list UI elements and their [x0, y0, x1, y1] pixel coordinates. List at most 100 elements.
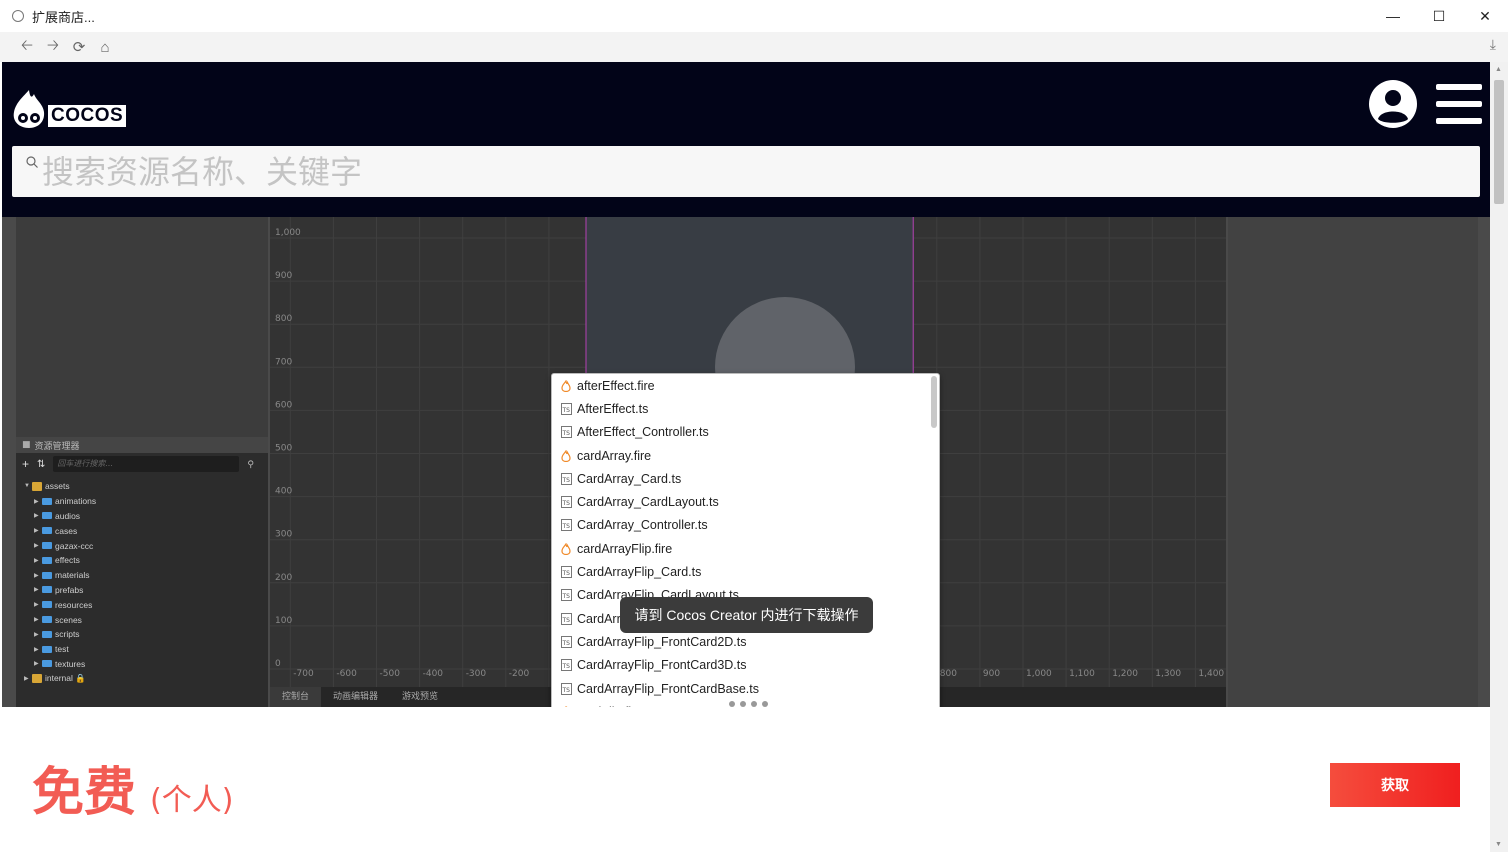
search-input[interactable]	[42, 146, 1462, 197]
sort-icon: ⇅	[37, 458, 46, 470]
typescript-file-icon: TS	[560, 519, 572, 532]
chevron-right-icon: ▶	[24, 676, 29, 683]
svg-text:TS: TS	[561, 593, 570, 600]
download-icon[interactable]: ⤓	[1490, 36, 1496, 53]
chevron-right-icon: ▶	[34, 587, 39, 594]
file-list-item: TS CardArray_CardLayout.ts	[552, 490, 939, 513]
scroll-up-icon[interactable]: ▲	[1495, 66, 1502, 73]
page-scrollbar[interactable]: ▲ ▼	[1490, 62, 1508, 852]
hamburger-menu-icon[interactable]	[1436, 84, 1482, 124]
folder-icon	[42, 630, 52, 638]
x-tick-label: -700	[293, 669, 314, 679]
cocos-logo[interactable]: COCOS	[12, 86, 127, 130]
file-name: CardArray_Controller.ts	[577, 518, 708, 533]
file-name: CardArrayFlip_FrontCard3D.ts	[577, 658, 747, 673]
folder-icon	[42, 616, 52, 624]
add-icon: +	[22, 457, 30, 471]
asset-tree-item: ▶ cases	[16, 523, 268, 538]
asset-tree-label: animations	[55, 496, 97, 507]
svg-text:TS: TS	[561, 523, 570, 530]
preview-inspector-panel	[1228, 217, 1478, 707]
search-icon	[26, 156, 38, 168]
file-name: CardArray_CardLayout.ts	[577, 495, 719, 510]
chevron-right-icon: ▶	[34, 631, 39, 638]
price-label: 免费	[32, 763, 137, 823]
get-button[interactable]: 获取	[1330, 763, 1460, 807]
file-list-scrollbar	[931, 376, 937, 428]
asset-tree-label: assets	[45, 481, 70, 492]
folder-icon	[42, 512, 52, 520]
preview-screenshot[interactable]: ■ 资源管理器 + ⇅ 回车进行搜索... ⚲ ▼ assets ▶ animatio…	[2, 217, 1490, 707]
asset-tree-label: audios	[55, 510, 81, 521]
carousel-dot[interactable]	[751, 701, 757, 707]
file-name: CardArrayFlip_Card.ts	[577, 565, 702, 580]
asset-tree-item: ▶ test	[16, 642, 268, 657]
asset-tree-item: ▶ resources	[16, 597, 268, 612]
x-tick-label: 1,300	[1155, 669, 1181, 679]
asset-tree-item: ▼ assets	[16, 479, 268, 494]
chevron-right-icon: ▶	[34, 646, 39, 653]
app-icon	[12, 10, 24, 22]
window-titlebar: 扩展商店... — ☐ ✕	[0, 0, 1508, 32]
carousel-dot[interactable]	[740, 701, 746, 707]
folder-icon	[42, 571, 52, 579]
home-icon[interactable]: ⌂	[92, 36, 118, 58]
chevron-right-icon: ▶	[34, 617, 39, 624]
folder-icon	[42, 527, 52, 535]
asset-tree-item: ▶ materials	[16, 568, 268, 583]
chevron-right-icon: ▶	[34, 557, 39, 564]
scrollbar-thumb[interactable]	[1494, 80, 1504, 204]
folder-icon	[42, 601, 52, 609]
preview-hierarchy-panel	[16, 217, 268, 437]
typescript-file-icon: TS	[560, 635, 572, 648]
file-list-item: TS AfterEffect.ts	[552, 397, 939, 420]
asset-tree-item: ▶ scripts	[16, 627, 268, 642]
carousel-dot[interactable]	[718, 701, 724, 707]
y-tick-label: 1,000	[275, 228, 301, 238]
y-tick-label: 500	[275, 444, 292, 454]
back-icon[interactable]: 🡠	[14, 36, 40, 58]
assets-toolbar: + ⇅ 回车进行搜索... ⚲	[16, 453, 268, 475]
y-tick-label: 900	[275, 271, 292, 281]
refresh-icon[interactable]: ⟳	[66, 36, 92, 58]
x-tick-label: -400	[423, 669, 444, 679]
flame-icon	[560, 705, 572, 707]
chevron-right-icon: ▶	[34, 528, 39, 535]
x-tick-label: -300	[466, 669, 487, 679]
asset-tree-item: ▶ gazax-ccc	[16, 538, 268, 553]
x-tick-label: -600	[336, 669, 357, 679]
file-list-item: cardArray.fire	[552, 444, 939, 467]
x-tick-label: -500	[380, 669, 401, 679]
minimize-icon[interactable]: —	[1370, 0, 1416, 32]
file-list-item: TS CardArrayFlip_FrontCard3D.ts	[552, 654, 939, 677]
typescript-file-icon: TS	[560, 496, 572, 509]
chevron-down-icon: ▼	[24, 483, 30, 490]
scroll-down-icon[interactable]: ▼	[1495, 841, 1502, 848]
svg-text:TS: TS	[561, 640, 570, 647]
forward-icon[interactable]: 🡢	[40, 36, 66, 58]
file-name: afterEffect.fire	[577, 378, 655, 393]
tab-animation-editor: 动画编辑器	[333, 692, 379, 702]
asset-tree-item: ▶ prefabs	[16, 583, 268, 598]
asset-tree-label: effects	[55, 555, 80, 566]
asset-tree-label: gazax-ccc	[55, 540, 94, 551]
chevron-right-icon: ▶	[34, 543, 39, 550]
folder-icon	[42, 497, 52, 505]
y-tick-label: 200	[275, 573, 292, 583]
preview-assets-panel: ■ 资源管理器 + ⇅ 回车进行搜索... ⚲ ▼ assets ▶ animatio…	[16, 437, 268, 707]
carousel-dot[interactable]	[762, 701, 768, 707]
file-list-item: TS CardArray_Card.ts	[552, 467, 939, 490]
close-icon[interactable]: ✕	[1462, 0, 1508, 32]
asset-tree-label: materials	[55, 570, 90, 581]
maximize-icon[interactable]: ☐	[1416, 0, 1462, 32]
file-name: CardArrayFlip_FrontCard2D.ts	[577, 634, 747, 649]
asset-tree-item: ▶ animations	[16, 494, 268, 509]
asset-tree-item: ▶ audios	[16, 509, 268, 524]
file-list-item: TS CardArrayFlip_Card.ts	[552, 560, 939, 583]
asset-tree-label: textures	[55, 658, 86, 669]
y-tick-label: 100	[275, 616, 292, 626]
svg-text:TS: TS	[561, 663, 570, 670]
carousel-dot[interactable]	[729, 701, 735, 707]
cocos-logo-icon	[13, 90, 45, 128]
user-avatar-icon[interactable]	[1368, 79, 1418, 129]
